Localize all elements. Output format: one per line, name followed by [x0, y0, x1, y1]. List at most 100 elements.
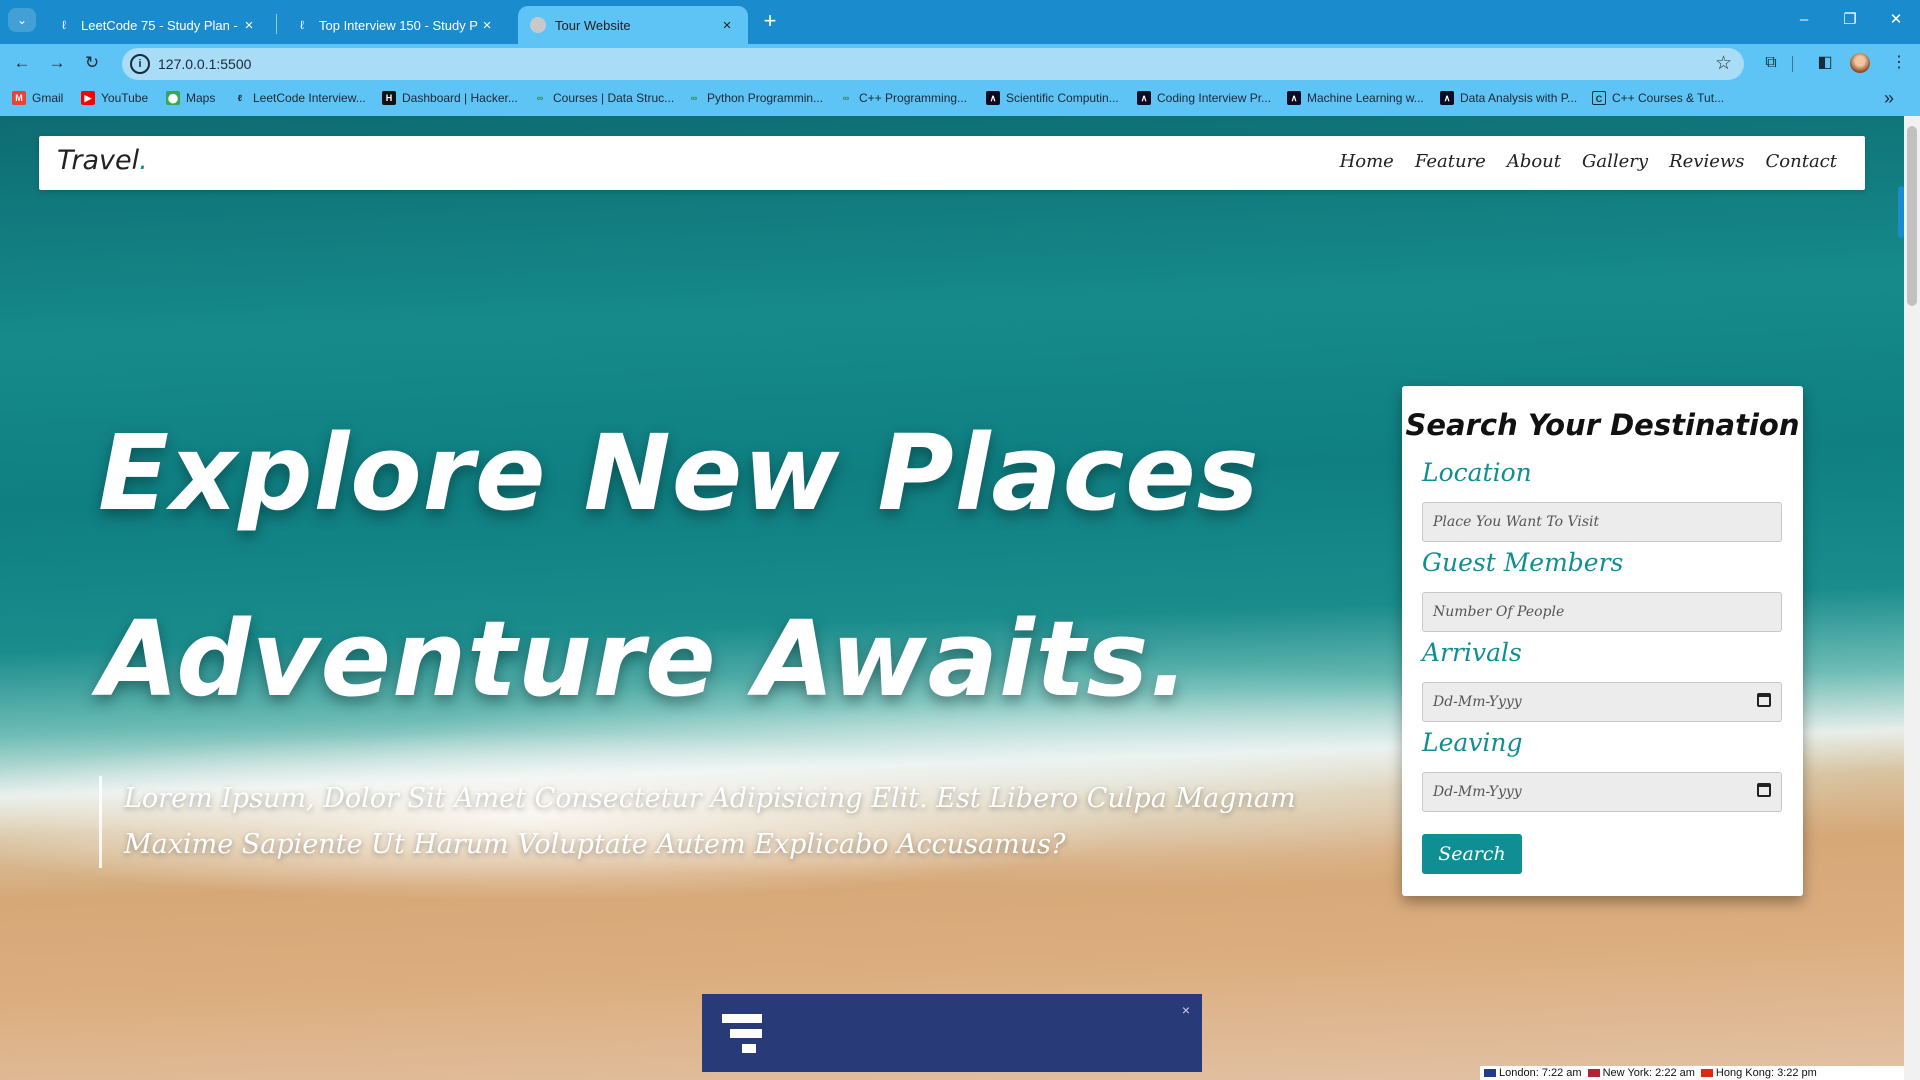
- leetcode-icon: ℓ: [62, 18, 66, 32]
- arrivals-date-input[interactable]: Dd-Mm-Yyyy: [1422, 682, 1782, 722]
- tab-search-button[interactable]: ⌄: [8, 8, 36, 32]
- nav-contact[interactable]: Contact: [1766, 151, 1837, 172]
- bookmark-star-icon[interactable]: ☆: [1715, 52, 1732, 75]
- bookmark-cpp-courses[interactable]: C C++ Courses & Tut...: [1592, 91, 1724, 105]
- hero-title-line-2: Adventure Awaits.: [98, 598, 1190, 720]
- tab-divider: [276, 14, 277, 34]
- main-nav: Home Feature About Gallery Reviews Conta…: [1340, 151, 1837, 172]
- clock-text: London: 7:22 am: [1499, 1067, 1582, 1079]
- tab-title: LeetCode 75 - Study Plan - Leet: [81, 17, 240, 33]
- site-header: Travel. Home Feature About Gallery Revie…: [39, 136, 1865, 190]
- profile-avatar[interactable]: [1850, 53, 1870, 73]
- globe-icon: [530, 17, 546, 33]
- nav-feature[interactable]: Feature: [1415, 151, 1486, 172]
- leetcode-icon: ℓ: [237, 93, 243, 103]
- nav-home[interactable]: Home: [1340, 151, 1394, 172]
- restore-icon[interactable]: ❐: [1830, 8, 1870, 32]
- back-arrow-icon[interactable]: ←: [8, 50, 36, 76]
- bookmark-label: Python Programmin...: [707, 91, 824, 105]
- search-destination-form: Search Your Destination Location Place Y…: [1402, 386, 1803, 896]
- location-input[interactable]: Place You Want To Visit: [1422, 502, 1782, 542]
- close-window-icon[interactable]: ✕: [1876, 8, 1916, 32]
- fcc-icon: ∧: [1287, 91, 1301, 105]
- tab-top-interview-150[interactable]: ℓ Top Interview 150 - Study Plan ×: [282, 6, 508, 44]
- bookmark-gmail[interactable]: M Gmail: [12, 91, 63, 105]
- bookmark-label: Dashboard | Hacker...: [402, 91, 518, 105]
- url-text[interactable]: 127.0.0.1:5500: [158, 56, 251, 72]
- bookmark-label: C++ Programming...: [859, 91, 968, 105]
- us-flag-icon: [1587, 1069, 1600, 1078]
- maps-icon: ⬤: [166, 91, 180, 105]
- gmail-icon: M: [12, 91, 26, 105]
- nav-about[interactable]: About: [1507, 151, 1561, 172]
- tab-tour-website[interactable]: Tour Website ×: [518, 6, 748, 44]
- tab-strip: ⌄ ℓ LeetCode 75 - Study Plan - Leet × ℓ …: [0, 0, 1920, 44]
- youtube-icon: ▶: [81, 91, 95, 105]
- nav-gallery[interactable]: Gallery: [1582, 151, 1648, 172]
- bookmark-fcc-scientific[interactable]: ∧ Scientific Computin...: [986, 91, 1119, 105]
- leaving-date-input[interactable]: Dd-Mm-Yyyy: [1422, 772, 1782, 812]
- new-tab-button[interactable]: +: [757, 8, 783, 34]
- fcc-icon: ∧: [1137, 91, 1151, 105]
- fcc-icon: ∧: [986, 91, 1000, 105]
- nav-reviews[interactable]: Reviews: [1669, 151, 1744, 172]
- clock-new-york: New York: 2:22 am: [1587, 1066, 1695, 1080]
- bookmark-leetcode[interactable]: ℓ LeetCode Interview...: [233, 91, 366, 105]
- toolbar-divider: [1792, 56, 1793, 72]
- bookmark-label: C++ Courses & Tut...: [1612, 91, 1725, 105]
- bookmark-label: LeetCode Interview...: [253, 91, 366, 105]
- side-panel-icon[interactable]: ◧: [1812, 50, 1838, 76]
- bookmark-hackerrank[interactable]: H Dashboard | Hacker...: [382, 91, 518, 105]
- close-icon[interactable]: ×: [718, 17, 736, 34]
- guests-input[interactable]: Number Of People: [1422, 592, 1782, 632]
- extensions-icon[interactable]: ⧉: [1758, 50, 1784, 76]
- world-clock-strip: London: 7:22 am New York: 2:22 am Hong K…: [1480, 1066, 1904, 1080]
- fcc-icon: ∧: [1440, 91, 1454, 105]
- leaving-label: Leaving: [1422, 728, 1523, 757]
- address-bar[interactable]: i 127.0.0.1:5500 ☆: [122, 48, 1744, 80]
- calendar-icon[interactable]: [1757, 693, 1771, 707]
- calendar-icon[interactable]: [1757, 783, 1771, 797]
- bookmark-maps[interactable]: ⬤ Maps: [166, 91, 215, 105]
- tab-title: Tour Website: [555, 17, 631, 33]
- leaving-date-value: Dd-Mm-Yyyy: [1433, 784, 1522, 800]
- bookmark-gfg-python[interactable]: ∞ Python Programmin...: [687, 91, 823, 105]
- hackerrank-icon: H: [382, 91, 396, 105]
- forward-arrow-icon[interactable]: →: [43, 50, 71, 76]
- bookmark-fcc-interview[interactable]: ∧ Coding Interview Pr...: [1137, 91, 1271, 105]
- bookmark-label: Machine Learning w...: [1307, 91, 1424, 105]
- reload-icon[interactable]: ↻: [78, 50, 106, 76]
- gfg-icon: ∞: [536, 93, 544, 103]
- minimize-icon[interactable]: –: [1784, 8, 1824, 32]
- bookmark-gfg-cpp[interactable]: ∞ C++ Programming...: [839, 91, 967, 105]
- tab-leetcode-75[interactable]: ℓ LeetCode 75 - Study Plan - Leet ×: [44, 6, 270, 44]
- bookmark-label: Coding Interview Pr...: [1157, 91, 1272, 105]
- page-scrollbar[interactable]: [1904, 116, 1920, 1080]
- bookmark-label: Gmail: [32, 91, 64, 105]
- search-button[interactable]: Search: [1422, 834, 1522, 874]
- ad-logo-icon: [722, 1014, 762, 1056]
- bookmark-gfg-dsa[interactable]: ∞ Courses | Data Struc...: [533, 91, 674, 105]
- site-logo[interactable]: Travel.: [57, 145, 148, 176]
- site-info-icon[interactable]: i: [130, 54, 150, 74]
- close-icon[interactable]: ×: [240, 17, 258, 34]
- bookmark-fcc-data-analysis[interactable]: ∧ Data Analysis with P...: [1440, 91, 1577, 105]
- hero-title-line-1: Explore New Places: [98, 412, 1260, 534]
- bookmark-label: Maps: [186, 91, 216, 105]
- scrollbar-thumb[interactable]: [1907, 126, 1917, 306]
- form-title: Search Your Destination: [1405, 408, 1800, 442]
- bookmark-fcc-ml[interactable]: ∧ Machine Learning w...: [1287, 91, 1424, 105]
- close-icon[interactable]: ×: [1182, 1002, 1190, 1018]
- arrivals-date-value: Dd-Mm-Yyyy: [1433, 694, 1522, 710]
- bookmark-label: YouTube: [101, 91, 149, 105]
- bookmark-youtube[interactable]: ▶ YouTube: [81, 91, 148, 105]
- close-icon[interactable]: ×: [478, 17, 496, 34]
- clock-london: London: 7:22 am: [1484, 1066, 1582, 1080]
- ad-banner[interactable]: ×: [702, 994, 1202, 1072]
- more-menu-icon[interactable]: ⋮: [1886, 50, 1912, 76]
- guests-label: Guest Members: [1422, 548, 1624, 577]
- page-viewport: Travel. Home Feature About Gallery Revie…: [0, 116, 1920, 1080]
- clock-hong-kong: Hong Kong: 3:22 pm: [1700, 1066, 1817, 1080]
- bookmark-label: Scientific Computin...: [1006, 91, 1119, 105]
- more-bookmarks-icon[interactable]: »: [1884, 88, 1894, 109]
